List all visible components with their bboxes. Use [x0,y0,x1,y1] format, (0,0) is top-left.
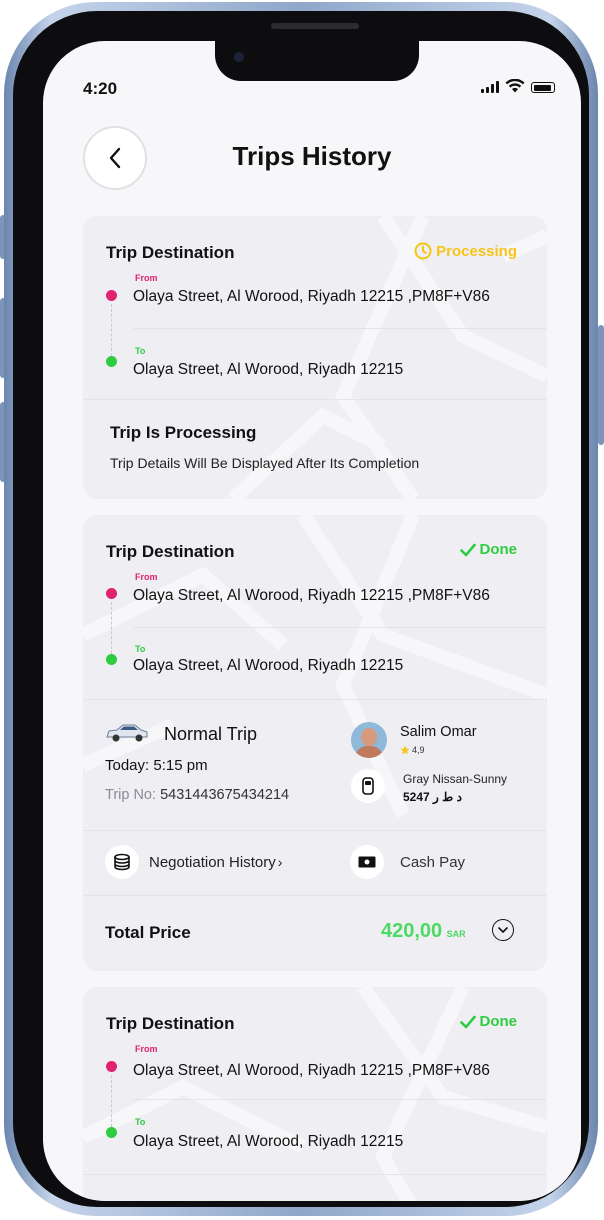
from-label: From [135,273,158,283]
trip-number-label: Trip No: [105,787,157,803]
expand-button[interactable] [492,919,514,941]
map-background [83,515,547,818]
car-plate: 5247 د ط ر [403,790,462,804]
screen: 4:20 Trips History Trip Destination Proc… [43,41,581,1201]
from-dot [106,1061,117,1072]
camera [231,49,247,65]
divider [83,1174,547,1175]
divider [83,830,547,831]
car-top-icon [351,769,385,803]
status-badge: Done [459,1013,518,1030]
wifi-icon [505,79,525,93]
car-icon [106,724,148,742]
status-icons [481,79,555,93]
payment-label: Cash Pay [400,853,466,871]
chevron-down-icon [498,927,508,933]
status-text: Done [479,1013,518,1030]
avatar [351,722,387,758]
total-price-value: 420,00 [381,920,443,942]
trip-destination-title: Trip Destination [106,243,235,262]
total-price-label: Total Price [105,923,191,942]
power-button [598,325,604,445]
phone-bezel: 4:20 Trips History Trip Destination Proc… [13,11,589,1207]
trip-time: Today: 5:15 pm [105,757,208,774]
route-line [111,602,112,654]
status-badge: Done [459,541,518,558]
page-title: Trips History [232,141,392,171]
to-address: Olaya Street, Al Worood, Riyadh 12215 [133,1133,404,1150]
speaker [271,23,359,29]
trip-destination-title: Trip Destination [106,542,235,561]
rating-value: 4,9 [412,745,425,755]
to-dot [106,654,117,665]
payment-method: Cash Pay [350,845,465,879]
to-label: To [135,1117,146,1127]
divider [133,627,547,628]
driver-rating: 4,9 [400,745,425,755]
to-dot [106,1127,117,1138]
to-dot [106,356,117,367]
star-icon [400,745,410,755]
battery-icon [531,82,555,93]
clock-icon [414,242,432,260]
trip-number: Trip No: 5431443675434214 [105,787,289,803]
from-label: From [135,572,158,582]
trip-card[interactable]: Trip Destination Done From Olaya Street,… [83,987,547,1201]
driver-name: Salim Omar [400,724,477,740]
from-dot [106,588,117,599]
divider [83,895,547,896]
trip-card[interactable]: Trip Destination Done From Olaya Street,… [83,515,547,971]
from-address: Olaya Street, Al Worood, Riyadh 12215 ,P… [133,587,490,604]
trip-type: Normal Trip [164,724,258,744]
status-badge: Processing [414,242,517,260]
to-label: To [135,346,146,356]
negotiation-label: Negotiation History [149,853,276,871]
negotiation-history-link[interactable]: Negotiation History › [105,845,282,879]
divider [83,399,547,400]
to-address: Olaya Street, Al Worood, Riyadh 12215 [133,361,404,378]
route-line [111,1075,112,1127]
chevron-right-icon: › [277,854,283,870]
to-label: To [135,644,146,654]
route-line [111,304,112,356]
status-text: Processing [436,242,517,260]
from-address: Olaya Street, Al Worood, Riyadh 12215 ,P… [133,1062,490,1079]
from-dot [106,290,117,301]
phone-frame: 4:20 Trips History Trip Destination Proc… [4,2,598,1216]
from-address: Olaya Street, Al Worood, Riyadh 12215 ,P… [133,288,490,305]
signal-icon [481,81,499,93]
from-label: From [135,1044,158,1054]
divider [83,699,547,700]
trip-destination-title: Trip Destination [106,1014,235,1033]
status-text: Done [479,541,518,558]
check-icon [459,543,476,556]
trip-number-value: 5431443675434214 [160,787,290,803]
check-icon [459,1015,476,1028]
car-model: Gray Nissan-Sunny [403,772,508,786]
processing-message: Trip Details Will Be Displayed After Its… [110,455,420,471]
cash-icon [350,845,384,879]
divider [133,1099,547,1100]
total-price: 420,00 SAR [381,920,466,943]
trip-card[interactable]: Trip Destination Processing From Olaya S… [83,216,547,499]
processing-title: Trip Is Processing [110,423,257,442]
currency: SAR [446,929,466,939]
divider [133,328,547,329]
coins-icon [105,845,139,879]
to-address: Olaya Street, Al Worood, Riyadh 12215 [133,657,404,674]
status-time: 4:20 [83,79,118,98]
